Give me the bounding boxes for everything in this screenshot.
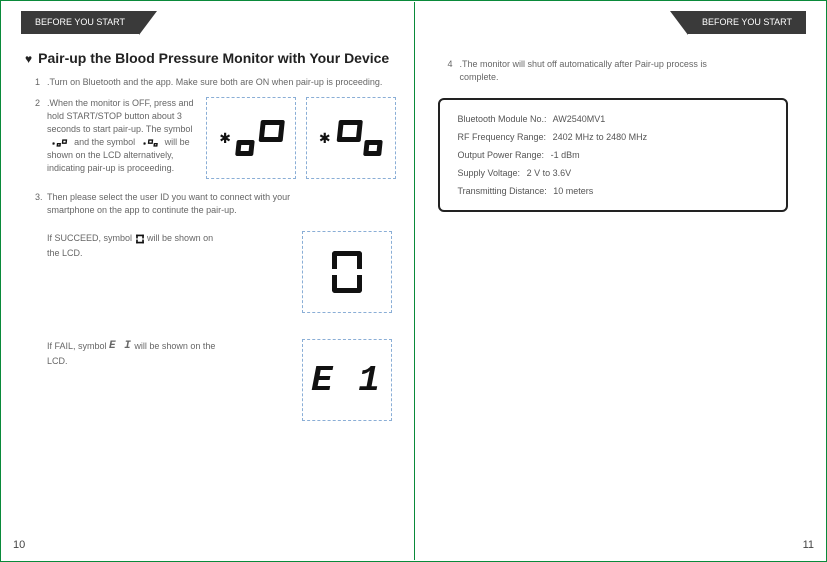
step-2-text-b: and the symbol	[74, 137, 138, 147]
lcd-display-pair1: ✱	[206, 97, 296, 179]
spec-rf-frequency: RF Frequency Range: 2402 MHz to 2480 MHz	[458, 132, 769, 142]
page-right: BEFORE YOU START 4 .The monitor will shu…	[414, 1, 827, 561]
spec-label: Transmitting Distance:	[458, 186, 547, 196]
spec-value: 2 V to 3.6V	[527, 168, 572, 178]
steps-list-right: 4 .The monitor will shut off automatical…	[432, 58, 809, 84]
specifications-box: Bluetooth Module No.: AW2540MV1 RF Frequ…	[438, 98, 789, 212]
lcd-display-succeed	[302, 231, 392, 313]
headline-row: ♥ Pair-up the Blood Pressure Monitor wit…	[25, 50, 396, 68]
fail-symbol-icon: E I	[109, 339, 132, 354]
squares-falling-icon	[335, 120, 385, 156]
section-header-left: BEFORE YOU START	[21, 11, 139, 34]
succeed-symbol-icon	[136, 234, 144, 243]
pairup-symbol-1-icon: ✱	[52, 139, 67, 146]
step-3-number: 3.	[35, 191, 43, 204]
step-1-number: 1	[35, 76, 40, 89]
steps-list: 1 .Turn on Bluetooth and the app. Make s…	[19, 76, 396, 421]
step-4: 4 .The monitor will shut off automatical…	[448, 58, 708, 84]
spec-label: Output Power Range:	[458, 150, 545, 160]
heart-icon: ♥	[25, 50, 32, 68]
step-1-text: .Turn on Bluetooth and the app. Make sur…	[47, 77, 382, 87]
step-3-fail-row: If FAIL, symbol E I will be shown on the…	[47, 339, 396, 421]
spec-bluetooth-module: Bluetooth Module No.: AW2540MV1	[458, 114, 769, 124]
step-3: 3. Then please select the user ID you wa…	[35, 191, 396, 421]
spec-label: Bluetooth Module No.:	[458, 114, 547, 124]
spec-label: Supply Voltage:	[458, 168, 521, 178]
step-1: 1 .Turn on Bluetooth and the app. Make s…	[35, 76, 396, 89]
fail-text-a: If FAIL, symbol	[47, 341, 109, 351]
bluetooth-icon: ✱	[219, 132, 231, 145]
spec-label: RF Frequency Range:	[458, 132, 547, 142]
right-content: 4 .The monitor will shut off automatical…	[432, 34, 809, 212]
step-3-text: Then please select the user ID you want …	[47, 191, 297, 217]
step-4-text: .The monitor will shut off automatically…	[460, 59, 707, 82]
step-2-text: .When the monitor is OFF, press and hold…	[47, 97, 196, 175]
spec-value: -1 dBm	[551, 150, 580, 160]
succeed-text-a: If SUCCEED, symbol	[47, 233, 135, 243]
spec-value: AW2540MV1	[553, 114, 606, 124]
succeed-lcd-icon	[332, 251, 362, 293]
spec-supply-voltage: Supply Voltage: 2 V to 3.6V	[458, 168, 769, 178]
step-3-succeed-row: If SUCCEED, symbol will be shown on the …	[47, 231, 396, 313]
step-2: 2 .When the monitor is OFF, press and ho…	[35, 97, 396, 179]
page-number-right: 11	[803, 539, 814, 551]
page-title: Pair-up the Blood Pressure Monitor with …	[38, 50, 389, 67]
step-4-number: 4	[448, 58, 453, 71]
left-content: ♥ Pair-up the Blood Pressure Monitor wit…	[19, 34, 396, 421]
step-3-succeed-text: If SUCCEED, symbol will be shown on the …	[47, 231, 217, 261]
step-2-number: 2	[35, 97, 40, 110]
step-3-fail-text: If FAIL, symbol E I will be shown on the…	[47, 339, 217, 369]
page-left: BEFORE YOU START ♥ Pair-up the Blood Pre…	[1, 1, 414, 561]
bluetooth-icon: ✱	[319, 132, 331, 145]
spec-transmitting-distance: Transmitting Distance: 10 meters	[458, 186, 769, 196]
spec-output-power: Output Power Range: -1 dBm	[458, 150, 769, 160]
squares-rising-icon	[235, 120, 285, 156]
spec-value: 2402 MHz to 2480 MHz	[553, 132, 648, 142]
pairup-symbol-2-icon: ✱	[142, 139, 157, 146]
section-header-right: BEFORE YOU START	[688, 11, 806, 34]
step-2-text-a: .When the monitor is OFF, press and hold…	[47, 98, 194, 134]
page-number-left: 10	[13, 539, 25, 551]
step-2-row: .When the monitor is OFF, press and hold…	[47, 97, 396, 179]
lcd-display-pair2: ✱	[306, 97, 396, 179]
lcd-display-fail: E 1	[302, 339, 392, 421]
fail-lcd-icon: E 1	[311, 373, 382, 388]
document-spread: BEFORE YOU START ♥ Pair-up the Blood Pre…	[0, 0, 827, 562]
spec-value: 10 meters	[553, 186, 593, 196]
